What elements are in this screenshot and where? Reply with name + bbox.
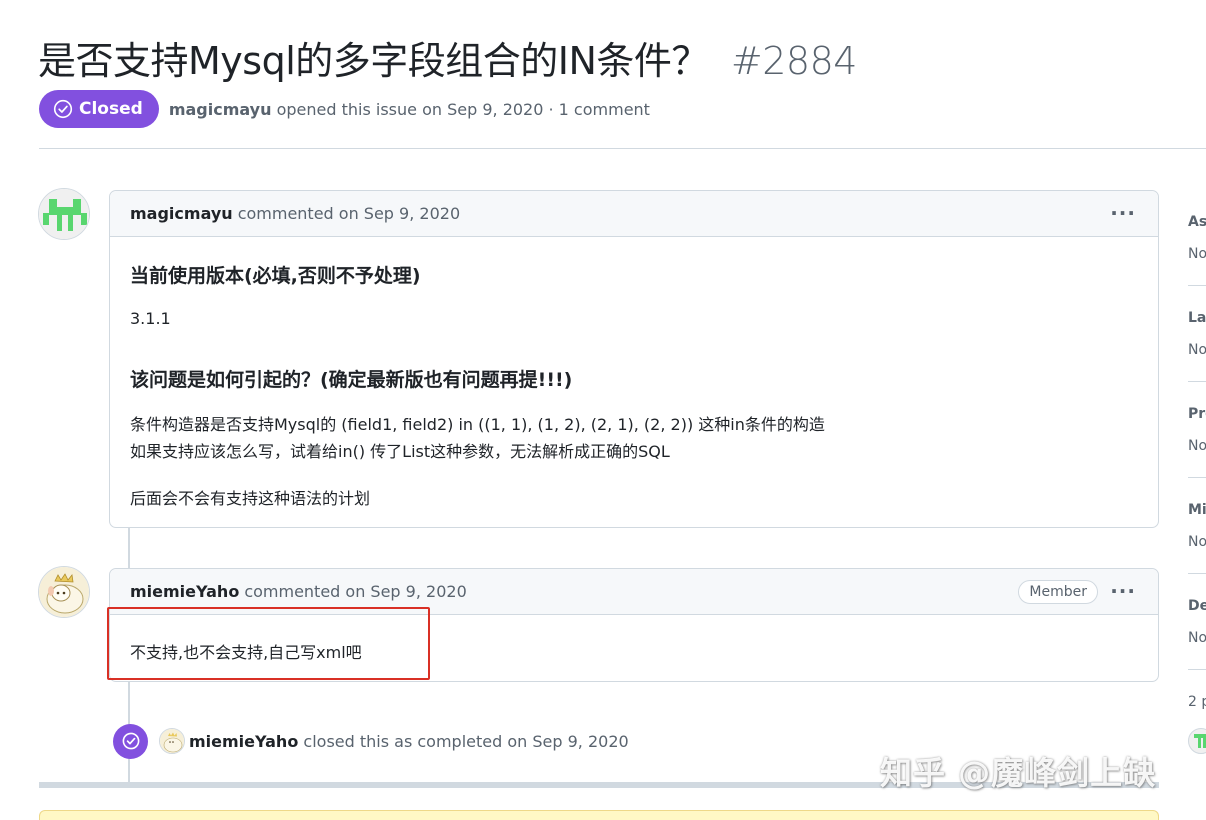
closed-event-icon (113, 723, 148, 759)
sidebar-heading-milestone[interactable]: Mi (1188, 502, 1206, 518)
avatar-miemieyaho[interactable] (38, 566, 90, 618)
issue-author-link[interactable]: magicmayu (169, 100, 272, 119)
comment-body-line: 后面会不会有支持这种语法的计划 (130, 489, 371, 508)
comment-heading-version: 当前使用版本(必填,否则不予处理) (130, 265, 421, 287)
sidebar-divider (1188, 285, 1206, 286)
comment-author-link[interactable]: miemieYaho (130, 582, 239, 601)
identicon-icon (1194, 734, 1206, 748)
sidebar-heading-projects[interactable]: Pro (1188, 406, 1206, 422)
header-divider (39, 148, 1206, 149)
sidebar-participants-count: 2 p (1188, 694, 1206, 710)
participant-avatar[interactable] (1188, 728, 1206, 754)
comment-header: magicmayu commented on Sep 9, 2020 ··· (110, 191, 1158, 237)
comment-body-line: 条件构造器是否支持Mysql的 (field1, field2) in ((1,… (130, 415, 825, 434)
sidebar-heading-labels[interactable]: Lal (1188, 310, 1206, 326)
sidebar-heading-assignees[interactable]: As (1188, 214, 1206, 230)
sidebar-value: No (1188, 438, 1206, 454)
event-author-link[interactable]: miemieYaho (189, 732, 298, 751)
check-circle-icon (53, 99, 73, 119)
issue-meta: Closed magicmayu opened this issue on Se… (39, 90, 650, 128)
comment-heading-cause: 该问题是如何引起的？(确定最新版也有问题再提!!!) (130, 369, 573, 391)
comment-menu-kebab-icon[interactable]: ··· (1110, 579, 1136, 603)
version-text: 3.1.1 (130, 309, 171, 328)
issue-number: #2884 (730, 39, 858, 83)
sheep-avatar-icon (160, 729, 184, 753)
issue-title: 是否支持Mysql的多字段组合的IN条件？ #2884 (38, 30, 857, 85)
avatar-magicmayu[interactable] (38, 188, 90, 240)
sidebar-value: No (1188, 342, 1206, 358)
state-label: Closed (79, 99, 143, 119)
comment-magicmayu: magicmayu commented on Sep 9, 2020 ··· 当… (109, 190, 1159, 528)
comment-author-link[interactable]: magicmayu (130, 204, 233, 223)
sidebar-value: No (1188, 534, 1206, 550)
comment-body-line: 如果支持应该怎么写，试着给in() 传了List这种参数，无法解析成正确的SQL (130, 442, 670, 461)
member-badge: Member (1018, 580, 1098, 604)
notice-banner (39, 810, 1159, 820)
closed-event-text: miemieYaho closed this as completed on S… (189, 732, 629, 751)
event-author-avatar[interactable] (159, 728, 185, 754)
zhihu-watermark: 知乎 @魔峰剑上缺 (880, 754, 1157, 792)
sidebar-divider (1188, 477, 1206, 478)
issue-opened-text: opened this issue on Sep 9, 2020 · 1 com… (276, 99, 650, 119)
sidebar-divider (1188, 381, 1206, 382)
issue-opened-info: magicmayu opened this issue on Sep 9, 20… (169, 100, 650, 119)
highlight-box (107, 607, 430, 680)
identicon-icon (39, 189, 89, 239)
sidebar-value: No (1188, 630, 1206, 646)
sidebar-value: No (1188, 246, 1206, 262)
issue-title-text: 是否支持Mysql的多字段组合的IN条件？ (38, 39, 709, 83)
timeline-connector (128, 528, 130, 568)
sidebar-divider (1188, 573, 1206, 574)
event-description: closed this as completed on Sep 9, 2020 (303, 731, 629, 751)
comment-menu-kebab-icon[interactable]: ··· (1110, 201, 1136, 225)
comment-timestamp[interactable]: commented on Sep 9, 2020 (244, 582, 466, 601)
sidebar-heading-development[interactable]: De (1188, 598, 1206, 614)
closed-event: miemieYaho closed this as completed on S… (113, 723, 629, 759)
closed-state-badge: Closed (39, 90, 159, 128)
sidebar-divider (1188, 669, 1206, 670)
comment-timestamp[interactable]: commented on Sep 9, 2020 (238, 204, 460, 223)
check-circle-icon (122, 732, 139, 750)
sheep-avatar-icon (39, 567, 89, 617)
